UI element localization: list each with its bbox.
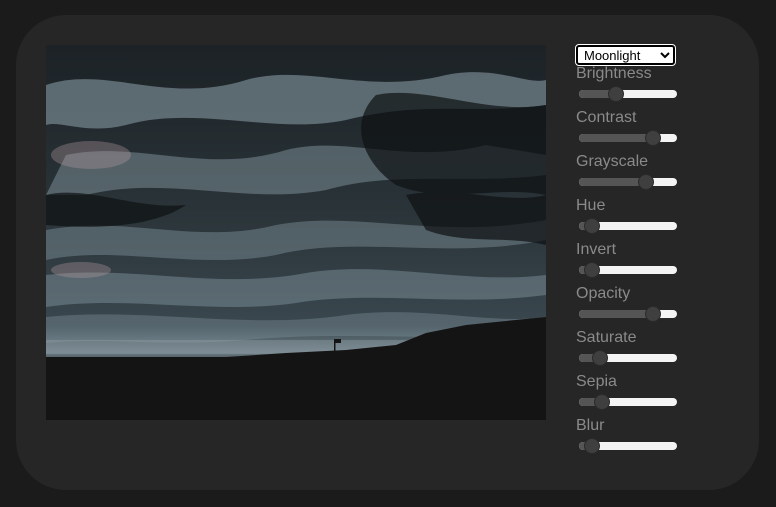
sepia-slider[interactable] bbox=[579, 394, 677, 410]
night-sky-photo bbox=[46, 45, 546, 420]
saturate-slider[interactable] bbox=[579, 350, 677, 366]
filter-preset-select[interactable]: Moonlight bbox=[575, 44, 676, 66]
contrast-slider[interactable] bbox=[579, 130, 677, 146]
blur-slider[interactable] bbox=[579, 438, 677, 454]
brightness-control: Brightness bbox=[576, 65, 686, 109]
hue-label: Hue bbox=[576, 197, 606, 214]
brightness-slider[interactable] bbox=[579, 86, 677, 102]
slider-thumb[interactable] bbox=[607, 86, 624, 102]
saturate-label: Saturate bbox=[576, 329, 637, 346]
filter-controls: Moonlight Brightness Contrast Grayscale … bbox=[575, 44, 686, 461]
opacity-label: Opacity bbox=[576, 285, 631, 302]
editor-panel: Moonlight Brightness Contrast Grayscale … bbox=[16, 15, 759, 490]
invert-control: Invert bbox=[576, 241, 686, 285]
contrast-label: Contrast bbox=[576, 109, 637, 126]
slider-thumb[interactable] bbox=[583, 218, 600, 234]
brightness-label: Brightness bbox=[576, 65, 652, 82]
slider-thumb[interactable] bbox=[583, 262, 600, 278]
sepia-control: Sepia bbox=[576, 373, 686, 417]
preview-image bbox=[46, 45, 546, 420]
hue-control: Hue bbox=[576, 197, 686, 241]
slider-thumb[interactable] bbox=[644, 130, 661, 146]
opacity-slider[interactable] bbox=[579, 306, 677, 322]
slider-thumb[interactable] bbox=[644, 306, 661, 322]
slider-thumb[interactable] bbox=[583, 438, 600, 454]
slider-thumb[interactable] bbox=[638, 174, 655, 190]
grayscale-label: Grayscale bbox=[576, 153, 649, 170]
sepia-label: Sepia bbox=[576, 373, 617, 390]
invert-slider[interactable] bbox=[579, 262, 677, 278]
opacity-control: Opacity bbox=[576, 285, 686, 329]
hue-slider[interactable] bbox=[579, 218, 677, 234]
saturate-control: Saturate bbox=[576, 329, 686, 373]
grayscale-control: Grayscale bbox=[576, 153, 686, 197]
grayscale-slider[interactable] bbox=[579, 174, 677, 190]
blur-label: Blur bbox=[576, 417, 605, 434]
invert-label: Invert bbox=[576, 241, 617, 258]
slider-thumb[interactable] bbox=[592, 350, 609, 366]
slider-thumb[interactable] bbox=[593, 394, 610, 410]
blur-control: Blur bbox=[576, 417, 686, 461]
contrast-control: Contrast bbox=[576, 109, 686, 153]
